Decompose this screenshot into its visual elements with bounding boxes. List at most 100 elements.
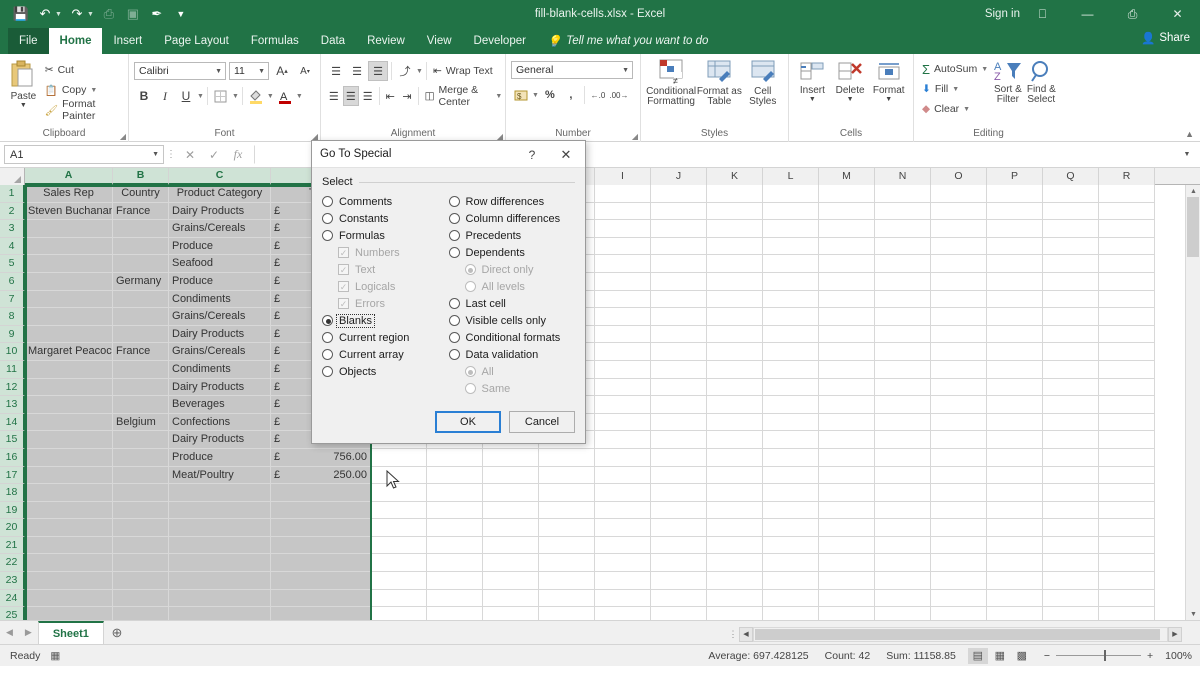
zoom-thumb[interactable] [1104, 650, 1106, 661]
vertical-scrollbar[interactable]: ▲ ▼ [1185, 185, 1200, 620]
cell-N9[interactable] [875, 326, 931, 344]
cut-button[interactable]: ✂ Cut [42, 60, 123, 80]
align-top-button[interactable]: ☰ [326, 61, 346, 81]
row-header-12[interactable]: 12 [0, 379, 25, 397]
cell-I13[interactable] [595, 396, 651, 414]
cell-R13[interactable] [1099, 396, 1155, 414]
align-right-button[interactable]: ☰ [360, 86, 376, 106]
cell-L11[interactable] [763, 361, 819, 379]
cell-Q12[interactable] [1043, 379, 1099, 397]
cell-J6[interactable] [651, 273, 707, 291]
cell-P5[interactable] [987, 255, 1043, 273]
cell-F21[interactable] [427, 537, 483, 555]
cell-M7[interactable] [819, 291, 875, 309]
cell-H22[interactable] [539, 554, 595, 572]
row-header-23[interactable]: 23 [0, 572, 25, 590]
cell-J1[interactable] [651, 185, 707, 203]
cell-L25[interactable] [763, 607, 819, 620]
option-data-validation[interactable]: Data validation [449, 346, 576, 363]
cell-L23[interactable] [763, 572, 819, 590]
close-icon[interactable]: ✕ [547, 141, 585, 168]
cell-E22[interactable] [371, 554, 427, 572]
cell-A17[interactable] [25, 467, 113, 485]
cell-A23[interactable] [25, 572, 113, 590]
cell-D24[interactable] [271, 590, 371, 608]
cell-A4[interactable] [25, 238, 113, 256]
cell-N1[interactable] [875, 185, 931, 203]
cell-J24[interactable] [651, 590, 707, 608]
copy-button[interactable]: 📋 Copy ▼ [42, 80, 123, 100]
option-constants[interactable]: Constants [322, 210, 449, 227]
cell-Q4[interactable] [1043, 238, 1099, 256]
cell-F25[interactable] [427, 607, 483, 620]
cell-K1[interactable] [707, 185, 763, 203]
customize-qat-icon[interactable]: ▼ [170, 3, 192, 25]
cell-I8[interactable] [595, 308, 651, 326]
cell-B5[interactable] [113, 255, 169, 273]
format-as-table-button[interactable]: Format as Table [696, 57, 742, 107]
cell-I16[interactable] [595, 449, 651, 467]
align-left-button[interactable]: ☰ [326, 86, 342, 106]
cell-A25[interactable] [25, 607, 113, 620]
row-header-13[interactable]: 13 [0, 396, 25, 414]
cell-C1[interactable]: Product Category [169, 185, 271, 203]
cell-M24[interactable] [819, 590, 875, 608]
cell-J18[interactable] [651, 484, 707, 502]
cell-A21[interactable] [25, 537, 113, 555]
cell-K9[interactable] [707, 326, 763, 344]
cell-K14[interactable] [707, 414, 763, 432]
cell-K10[interactable] [707, 343, 763, 361]
option-objects[interactable]: Objects [322, 363, 449, 380]
cell-B24[interactable] [113, 590, 169, 608]
cell-R19[interactable] [1099, 502, 1155, 520]
cell-F20[interactable] [427, 519, 483, 537]
number-dialog-launcher[interactable]: ◢ [632, 132, 638, 141]
cell-E16[interactable] [371, 449, 427, 467]
cell-P3[interactable] [987, 220, 1043, 238]
cell-N18[interactable] [875, 484, 931, 502]
option-comments[interactable]: Comments [322, 193, 449, 210]
cell-B18[interactable] [113, 484, 169, 502]
cell-N7[interactable] [875, 291, 931, 309]
cell-I18[interactable] [595, 484, 651, 502]
find-select-button[interactable]: Find & Select [1025, 57, 1058, 105]
cell-A22[interactable] [25, 554, 113, 572]
cell-O3[interactable] [931, 220, 987, 238]
cell-J4[interactable] [651, 238, 707, 256]
row-header-6[interactable]: 6 [0, 273, 25, 291]
cell-B23[interactable] [113, 572, 169, 590]
cell-A18[interactable] [25, 484, 113, 502]
cell-J5[interactable] [651, 255, 707, 273]
cell-P19[interactable] [987, 502, 1043, 520]
cell-R23[interactable] [1099, 572, 1155, 590]
cell-H20[interactable] [539, 519, 595, 537]
name-box[interactable]: A1 ▼ [4, 145, 164, 164]
cell-B25[interactable] [113, 607, 169, 620]
formula-bar-grip[interactable]: ⋮ [164, 149, 178, 160]
row-header-11[interactable]: 11 [0, 361, 25, 379]
cell-P9[interactable] [987, 326, 1043, 344]
align-middle-button[interactable]: ☰ [347, 61, 367, 81]
cell-L21[interactable] [763, 537, 819, 555]
chevron-down-icon[interactable]: ▼ [258, 68, 265, 75]
cell-B8[interactable] [113, 308, 169, 326]
cell-O16[interactable] [931, 449, 987, 467]
cell-F23[interactable] [427, 572, 483, 590]
radio-icon[interactable] [449, 213, 460, 224]
cell-O1[interactable] [931, 185, 987, 203]
cell-C20[interactable] [169, 519, 271, 537]
delete-cells-button[interactable]: Delete ▼ [831, 57, 870, 103]
option-visible-cells-only[interactable]: Visible cells only [449, 312, 576, 329]
insert-function-icon[interactable]: fx [226, 145, 250, 165]
page-layout-view-icon[interactable]: ▦ [990, 648, 1010, 664]
cell-L16[interactable] [763, 449, 819, 467]
cell-M22[interactable] [819, 554, 875, 572]
cell-I20[interactable] [595, 519, 651, 537]
cell-L24[interactable] [763, 590, 819, 608]
tab-formulas[interactable]: Formulas [240, 28, 310, 54]
cell-N25[interactable] [875, 607, 931, 620]
cell-O7[interactable] [931, 291, 987, 309]
cell-L18[interactable] [763, 484, 819, 502]
cell-J16[interactable] [651, 449, 707, 467]
cell-C12[interactable]: Dairy Products [169, 379, 271, 397]
